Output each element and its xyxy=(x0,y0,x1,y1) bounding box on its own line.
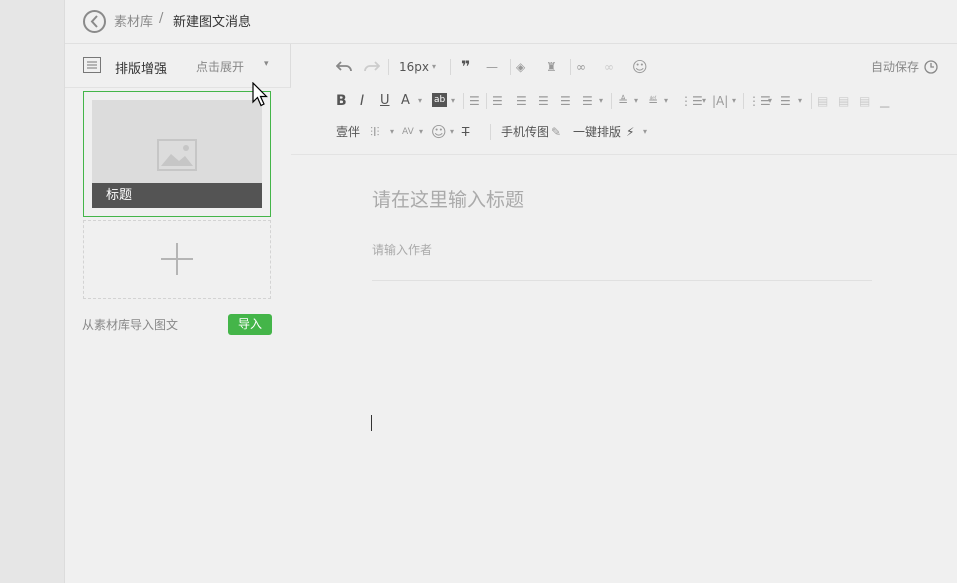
text-spacing-icon[interactable]: AV xyxy=(402,121,414,143)
article-card[interactable]: 标题 xyxy=(83,91,271,217)
expand-link[interactable]: 点击展开 xyxy=(196,58,244,75)
emoji-icon[interactable]: ☺ xyxy=(632,56,648,78)
float-right-icon[interactable]: ▤ xyxy=(859,90,870,112)
toolbar-row-3: 壹伴 ⫶I⫶ ▾ AV ▾ ☺ ▾ T̶ 手机传图 ✎ 一键排版 ⚡ ▾ xyxy=(330,121,670,143)
horizontal-rule-icon[interactable]: — xyxy=(486,56,498,78)
top-bar: 素材库 / 新建图文消息 xyxy=(65,0,957,44)
chevron-down-icon[interactable]: ▾ xyxy=(450,121,454,143)
mouse-pointer-icon xyxy=(252,82,268,107)
breadcrumb-current: 新建图文消息 xyxy=(173,15,252,30)
author-input[interactable]: 请输入作者 xyxy=(372,241,432,258)
text-caret xyxy=(371,415,372,431)
one-click-layout-button[interactable]: 一键排版 xyxy=(573,121,621,143)
paragraph-height-icon[interactable]: ⫶I⫶ xyxy=(370,121,380,143)
blockquote-icon[interactable]: ❞ xyxy=(461,56,470,78)
chevron-down-icon[interactable]: ▾ xyxy=(634,90,638,112)
left-gutter xyxy=(0,0,65,583)
chevron-down-icon[interactable]: ▾ xyxy=(264,59,269,69)
import-button[interactable]: 导入 xyxy=(228,314,272,335)
letter-spacing-icon[interactable]: |A| xyxy=(712,90,728,112)
align-right-icon[interactable]: ☰ xyxy=(538,90,549,112)
chevron-down-icon[interactable]: ▾ xyxy=(419,121,423,143)
link-icon[interactable]: ∞ xyxy=(576,56,586,78)
lightning-icon[interactable]: ⚡ xyxy=(626,121,634,143)
strikethrough-icon[interactable]: T̶ xyxy=(462,121,469,143)
chevron-down-icon[interactable]: ▾ xyxy=(451,90,455,112)
edit-icon[interactable]: ✎ xyxy=(551,121,561,143)
float-center-icon[interactable]: ▤ xyxy=(838,90,849,112)
chevron-down-icon[interactable]: ▾ xyxy=(599,90,603,112)
space-before-icon[interactable]: ≜ xyxy=(618,90,628,112)
line-height-icon[interactable]: ⋮☰ xyxy=(680,90,703,112)
add-article-button[interactable] xyxy=(83,220,271,299)
redo-icon[interactable] xyxy=(364,61,380,73)
align-left-icon[interactable]: ☰ xyxy=(492,90,503,112)
ordered-list-icon[interactable]: ☰ xyxy=(780,90,791,112)
emoji-icon[interactable]: ☺ xyxy=(431,121,447,143)
space-after-icon[interactable]: ≝ xyxy=(648,90,658,112)
unlink-icon[interactable]: ∞ xyxy=(604,56,614,78)
toolbar-row-2: B I U A ▾ ab ▾ ☰ ☰ ☰ ☰ ☰ ☰ ▾ ≜ ▾ ≝ ▾ ⋮☰ … xyxy=(330,90,900,112)
highlight-icon[interactable]: ab xyxy=(432,93,448,107)
underline-icon[interactable]: U xyxy=(380,90,390,112)
image-icon xyxy=(157,139,197,171)
eraser-icon[interactable]: ◈ xyxy=(516,56,525,78)
author-underline xyxy=(372,280,872,281)
title-input[interactable]: 请在这里输入标题 xyxy=(372,185,524,212)
indent-icon[interactable]: ☰ xyxy=(469,90,480,112)
font-color-icon[interactable]: A xyxy=(401,90,410,112)
phone-upload-button[interactable]: 手机传图 xyxy=(501,121,549,143)
format-brush-icon[interactable]: ♜ xyxy=(546,56,557,78)
list-icon xyxy=(83,57,101,73)
breadcrumb-parent[interactable]: 素材库 xyxy=(114,11,153,30)
float-none-icon[interactable]: ▁ xyxy=(880,90,889,112)
clock-icon xyxy=(924,60,938,74)
float-left-icon[interactable]: ▤ xyxy=(817,90,828,112)
paragraph-spacing-icon[interactable]: ☰ xyxy=(582,90,593,112)
chevron-down-icon[interactable]: ▾ xyxy=(643,121,647,143)
font-size-select[interactable]: 16px xyxy=(399,56,429,78)
chevron-down-icon[interactable]: ▾ xyxy=(664,90,668,112)
chevron-down-icon[interactable]: ▾ xyxy=(418,90,422,112)
chevron-down-icon[interactable]: ▾ xyxy=(390,121,394,143)
undo-icon[interactable] xyxy=(336,61,352,73)
article-card-title: 标题 xyxy=(92,183,262,208)
autosave-status: 自动保存 xyxy=(871,60,920,74)
align-justify-icon[interactable]: ☰ xyxy=(560,90,571,112)
import-from-library-label: 从素材库导入图文 xyxy=(82,318,179,332)
chevron-down-icon[interactable]: ▾ xyxy=(732,90,736,112)
back-arrow-icon[interactable] xyxy=(83,10,106,33)
italic-icon[interactable]: I xyxy=(360,90,364,112)
breadcrumb-separator: / xyxy=(159,11,164,26)
chevron-down-icon[interactable]: ▾ xyxy=(798,90,802,112)
yiban-button[interactable]: 壹伴 xyxy=(336,121,360,143)
toolbar-divider xyxy=(291,154,957,155)
chevron-down-icon[interactable]: ▾ xyxy=(702,90,706,112)
layout-enhance-title: 排版增强 xyxy=(115,62,168,77)
chevron-down-icon[interactable]: ▾ xyxy=(432,56,436,78)
align-center-icon[interactable]: ☰ xyxy=(516,90,527,112)
toolbar-row-1: 16px ▾ ❞ — ◈ ♜ ∞ ∞ ☺ xyxy=(330,56,890,78)
bold-icon[interactable]: B xyxy=(336,90,347,112)
chevron-down-icon[interactable]: ▾ xyxy=(768,90,772,112)
